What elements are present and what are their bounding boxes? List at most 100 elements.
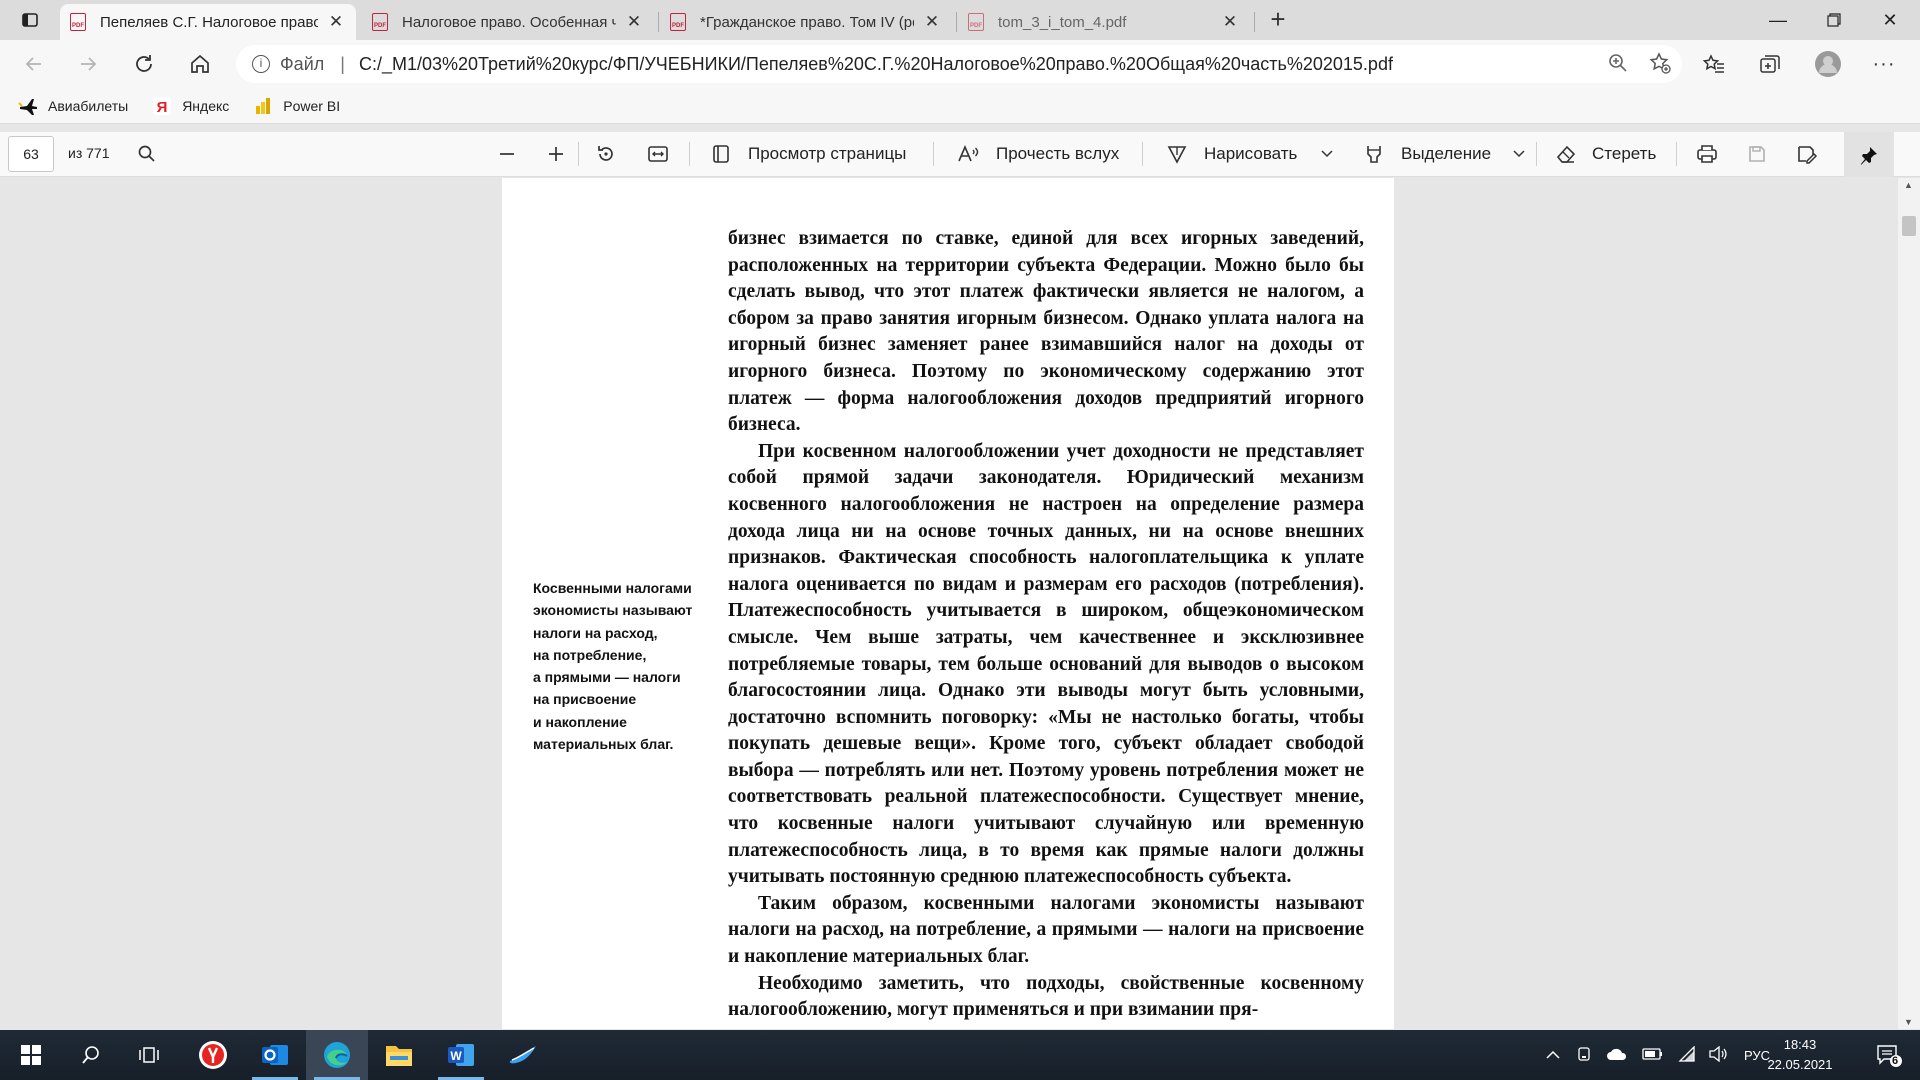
bookmark-aviabilety[interactable]: Авиабилеты: [18, 97, 128, 115]
close-tab-icon[interactable]: ✕: [1220, 12, 1240, 32]
new-tab-button[interactable]: +: [1264, 6, 1292, 34]
notification-count: 6: [1892, 1055, 1899, 1067]
zoom-icon[interactable]: [1606, 51, 1630, 75]
close-tab-icon[interactable]: ✕: [624, 12, 644, 32]
previous-line-fragment: [720, 178, 1140, 180]
pin-toolbar-button[interactable]: [1844, 132, 1894, 177]
clock-date: 22.05.2021: [1767, 1057, 1833, 1072]
search-button[interactable]: [60, 1030, 122, 1080]
start-icon: [21, 1045, 41, 1065]
back-arrow-icon: [25, 57, 41, 71]
eraser-icon[interactable]: [1553, 142, 1579, 166]
minimize-icon: —: [1769, 9, 1787, 30]
edge-icon: [324, 1042, 350, 1068]
draw-icon[interactable]: [1164, 142, 1190, 166]
profile-button[interactable]: [1810, 46, 1846, 82]
tab-strip: PDF Пепеляев С.Г. Налоговое право. Общая…: [0, 0, 1920, 40]
svg-text:Я: Я: [157, 99, 168, 115]
info-icon[interactable]: i: [252, 55, 270, 73]
yandex-browser-button[interactable]: [182, 1030, 244, 1080]
minus-icon: [500, 153, 514, 155]
scroll-down-icon[interactable]: ▼: [1904, 1017, 1913, 1027]
erase-button[interactable]: Стереть: [1592, 144, 1656, 164]
highlight-button[interactable]: Выделение: [1401, 144, 1491, 164]
pdf-viewer[interactable]: Косвенными налогами экономисты называют …: [0, 178, 1920, 1029]
tab-title: Пепеляев С.Г. Налоговое право. Общая час…: [100, 13, 318, 31]
margin-note: Косвенными налогами экономисты называют …: [533, 580, 693, 753]
tab-title: *Гражданское право. Том IV (pdf): [700, 13, 914, 31]
address-bar[interactable]: i Файл | C:/_M1/03%20Третий%20курс/ФП/УЧ…: [236, 45, 1682, 83]
read-aloud-button[interactable]: Прочесть вслух: [996, 144, 1119, 164]
tab-tom3-tom4[interactable]: PDF tom_3_i_tom_4.pdf ✕: [958, 4, 1250, 40]
vertical-scrollbar[interactable]: ▲ ▼: [1898, 178, 1920, 1029]
refresh-button[interactable]: [126, 46, 162, 82]
save-as-icon: [1798, 146, 1818, 164]
close-window-button[interactable]: ✕: [1862, 0, 1918, 40]
clock[interactable]: 18:43 22.05.2021: [1760, 1035, 1840, 1075]
draw-button[interactable]: Нарисовать: [1204, 144, 1297, 164]
pinned-app-button[interactable]: [492, 1030, 554, 1080]
page-view-icon[interactable]: [709, 142, 735, 166]
clock-time: 18:43: [1783, 1037, 1817, 1052]
print-button[interactable]: [1694, 142, 1720, 166]
edge-button[interactable]: [306, 1030, 368, 1080]
tab-nalog-osobennaya[interactable]: PDF Налоговое право. Особенная часть ✕: [362, 4, 654, 40]
battery-icon[interactable]: [1642, 1047, 1664, 1064]
back-button[interactable]: [16, 46, 52, 82]
wifi-icon[interactable]: [1678, 1044, 1696, 1065]
favorites-button[interactable]: [1696, 46, 1732, 82]
zoom-out-button[interactable]: [494, 142, 520, 166]
bookmark-label: Авиабилеты: [48, 97, 129, 114]
draw-options-chevron-down-icon[interactable]: [1314, 142, 1340, 166]
url-separator: |: [340, 53, 345, 74]
home-button[interactable]: [182, 46, 218, 82]
svg-text:W: W: [450, 1049, 462, 1063]
file-explorer-button[interactable]: [368, 1030, 430, 1080]
tab-pepelyaev[interactable]: PDF Пепеляев С.Г. Налоговое право. Общая…: [60, 4, 356, 40]
volume-icon[interactable]: [1708, 1045, 1728, 1065]
toolbar-divider: [689, 142, 690, 166]
word-button[interactable]: W: [430, 1030, 492, 1080]
find-button[interactable]: [134, 142, 160, 166]
read-aloud-icon[interactable]: [956, 142, 982, 166]
device-icon[interactable]: [1576, 1046, 1592, 1065]
onedrive-cloud-icon[interactable]: [1606, 1047, 1628, 1064]
plus-icon: [549, 147, 563, 161]
tab-grazhdanskoe[interactable]: PDF *Гражданское право. Том IV (pdf) ✕: [660, 4, 952, 40]
collections-icon: [1760, 55, 1780, 73]
fit-to-page-button[interactable]: [645, 142, 671, 166]
taskbar: W РУС 18:43 22.05.2021 6: [0, 1030, 1920, 1080]
pdf-icon: PDF: [70, 13, 86, 31]
page-number-input[interactable]: 63: [8, 136, 54, 172]
scroll-up-icon[interactable]: ▲: [1904, 180, 1913, 190]
save-as-button[interactable]: [1794, 142, 1820, 166]
save-button[interactable]: [1744, 142, 1770, 166]
rotate-button[interactable]: [593, 142, 619, 166]
favorites-icon: [1702, 54, 1724, 73]
page-view-button[interactable]: Просмотр страницы: [748, 144, 906, 164]
collections-button[interactable]: [1752, 46, 1788, 82]
outlook-button[interactable]: [244, 1030, 306, 1080]
notifications-button[interactable]: 6: [1858, 1030, 1920, 1080]
url-text[interactable]: C:/_M1/03%20Третий%20курс/ФП/УЧЕБНИКИ/Пе…: [359, 54, 1393, 75]
settings-menu-button[interactable]: ···: [1866, 46, 1902, 82]
highlight-options-chevron-down-icon[interactable]: [1506, 142, 1532, 166]
forward-button[interactable]: [70, 46, 106, 82]
maximize-button[interactable]: [1806, 0, 1862, 40]
add-favorite-icon[interactable]: [1648, 51, 1672, 75]
url-scheme-label: Файл: [280, 53, 325, 74]
task-view-button[interactable]: [118, 1030, 180, 1080]
tab-divider: [658, 12, 659, 32]
start-button[interactable]: [0, 1030, 62, 1080]
bookmark-power-bi[interactable]: Power BI: [253, 97, 340, 115]
minimize-button[interactable]: —: [1750, 0, 1806, 40]
close-tab-icon[interactable]: ✕: [922, 12, 942, 32]
zoom-in-button[interactable]: [543, 142, 569, 166]
show-hidden-icons-chevron-up-icon[interactable]: [1546, 1048, 1560, 1063]
close-tab-icon[interactable]: ✕: [326, 12, 346, 32]
paragraph: Необходимо заметить, что подходы, свойст…: [728, 972, 1364, 1021]
bookmark-yandex[interactable]: Я Яндекс: [152, 96, 229, 115]
tab-actions-button[interactable]: [12, 9, 48, 31]
highlight-icon[interactable]: [1361, 142, 1387, 166]
scroll-thumb[interactable]: [1902, 216, 1916, 236]
